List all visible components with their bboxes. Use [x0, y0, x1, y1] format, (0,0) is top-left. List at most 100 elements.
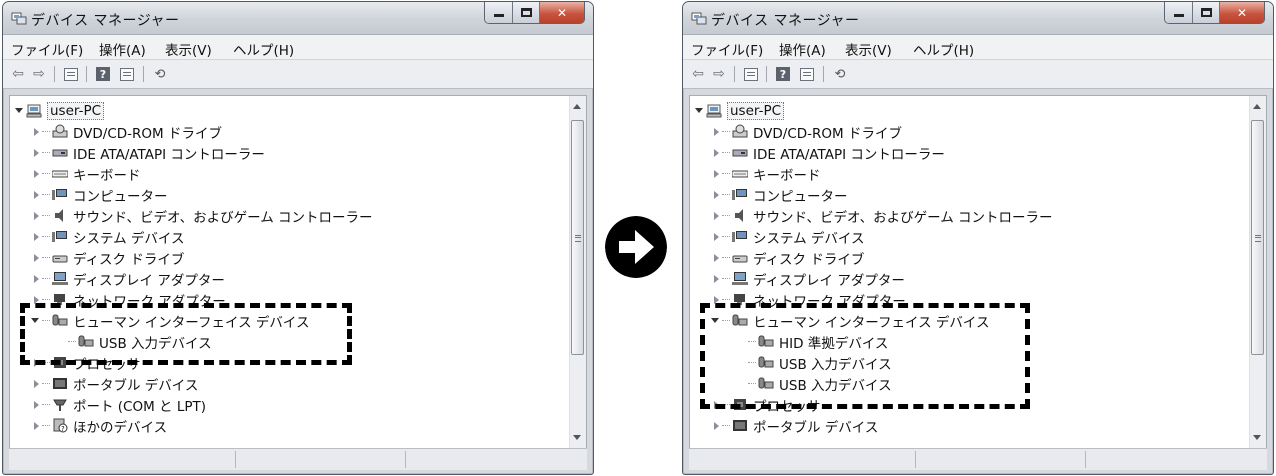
ide-controller-icon: [732, 149, 748, 157]
tree-item-label: コンピューター: [73, 188, 168, 205]
scroll-thumb[interactable]: [571, 120, 584, 355]
tree-item[interactable]: キーボード: [712, 163, 821, 184]
maximize-button[interactable]: [1193, 2, 1220, 23]
back-button[interactable]: ⇦: [688, 65, 708, 83]
properties-button[interactable]: [797, 65, 817, 83]
grip-icon: [575, 234, 581, 242]
expand-icon: [32, 274, 40, 283]
scan-hardware-button[interactable]: ⟲: [830, 65, 850, 83]
tree-item[interactable]: ポータブル デバイス: [32, 373, 198, 394]
disk-drive-icon: [52, 255, 68, 263]
properties-icon: [120, 67, 134, 81]
tree-root[interactable]: user-PC: [695, 100, 785, 121]
expand-icon: [32, 211, 40, 220]
back-button[interactable]: ⇦: [8, 65, 28, 83]
menu-help[interactable]: ヘルプ(H): [913, 39, 974, 59]
root-label: user-PC: [727, 101, 785, 120]
menu-action[interactable]: 操作(A): [99, 39, 146, 59]
tree-item[interactable]: コンピューター: [32, 184, 168, 205]
minimize-button[interactable]: [485, 2, 513, 23]
help-button[interactable]: ?: [773, 65, 793, 83]
toolbar-separator: [86, 66, 87, 82]
tree-item[interactable]: DVD/CD-ROM ドライブ: [712, 121, 902, 142]
tree-item[interactable]: キーボード: [32, 163, 141, 184]
svg-text:?: ?: [61, 425, 65, 433]
scroll-up-icon[interactable]: [573, 104, 581, 109]
help-button[interactable]: ?: [93, 65, 113, 83]
tree-item[interactable]: ? ほかのデバイス: [32, 415, 167, 436]
computer-icon: [732, 189, 747, 200]
menu-view[interactable]: 表示(V): [845, 39, 892, 59]
highlight-box: [700, 303, 1030, 409]
tree-item[interactable]: IDE ATA/ATAPI コントローラー: [712, 142, 945, 163]
tree-item[interactable]: ディスプレイ アダプター: [712, 268, 905, 289]
caption-buttons: ✕: [1164, 2, 1265, 24]
forward-button[interactable]: ⇨: [709, 65, 729, 83]
tree-item-label: ポート (COM と LPT): [73, 398, 207, 415]
tree-item-label: ディスプレイ アダプター: [753, 272, 905, 289]
tree-item[interactable]: システム デバイス: [32, 226, 184, 247]
tree-item[interactable]: システム デバイス: [712, 226, 864, 247]
tree-item[interactable]: ディスク ドライブ: [712, 247, 864, 268]
title-bar: デバイス マネージャー ✕: [3, 2, 593, 35]
status-pane: [9, 451, 236, 468]
window-title: デバイス マネージャー: [711, 13, 860, 29]
tree-item[interactable]: サウンド、ビデオ、およびゲーム コントローラー: [32, 205, 373, 226]
tree-item-label: IDE ATA/ATAPI コントローラー: [753, 146, 945, 163]
right-arrow-circle-icon: [605, 216, 667, 278]
scroll-up-icon[interactable]: [1253, 104, 1261, 109]
menu-bar: ファイル(F) 操作(A) 表示(V) ヘルプ(H): [683, 35, 1273, 60]
speaker-icon: [55, 209, 63, 222]
scan-hardware-icon: ⟲: [834, 66, 846, 82]
unknown-device-icon: ?: [53, 418, 68, 433]
scroll-thumb[interactable]: [1251, 120, 1264, 355]
expand-icon: [712, 274, 720, 283]
scroll-down-icon[interactable]: [1253, 435, 1261, 440]
show-hide-tree-button[interactable]: [741, 65, 761, 83]
tree-item[interactable]: ディスク ドライブ: [32, 247, 184, 268]
tree-item[interactable]: コンピューター: [712, 184, 848, 205]
expand-icon: [32, 400, 40, 409]
close-button[interactable]: ✕: [540, 2, 584, 23]
menu-action[interactable]: 操作(A): [779, 39, 826, 59]
menu-view[interactable]: 表示(V): [165, 39, 212, 59]
expand-icon: [712, 190, 720, 199]
computer-icon: [52, 189, 67, 200]
window-title: デバイス マネージャー: [31, 13, 180, 29]
status-bar: [9, 448, 587, 470]
vertical-scrollbar[interactable]: [1249, 96, 1266, 448]
expand-icon: [32, 127, 40, 136]
tree-root[interactable]: user-PC: [15, 100, 105, 121]
system-device-icon: [52, 231, 67, 242]
tree-item[interactable]: ポータブル デバイス: [712, 415, 878, 436]
tree-item-label: キーボード: [73, 167, 141, 184]
tree-item[interactable]: ディスプレイ アダプター: [32, 268, 225, 289]
vertical-scrollbar[interactable]: [569, 96, 586, 448]
expand-icon: [712, 211, 720, 220]
show-hide-tree-button[interactable]: [61, 65, 81, 83]
menu-file[interactable]: ファイル(F): [691, 39, 763, 59]
help-icon: ?: [96, 67, 110, 81]
tree-item[interactable]: DVD/CD-ROM ドライブ: [32, 121, 222, 142]
expand-icon: [32, 190, 40, 199]
close-button[interactable]: ✕: [1220, 2, 1264, 23]
tree-item[interactable]: IDE ATA/ATAPI コントローラー: [32, 142, 265, 163]
menu-file[interactable]: ファイル(F): [11, 39, 83, 59]
scroll-down-icon[interactable]: [573, 435, 581, 440]
minimize-button[interactable]: [1165, 2, 1193, 23]
expand-icon: [32, 169, 40, 178]
tree-item[interactable]: サウンド、ビデオ、およびゲーム コントローラー: [712, 205, 1053, 226]
maximize-button[interactable]: [513, 2, 540, 23]
menu-help[interactable]: ヘルプ(H): [233, 39, 294, 59]
scan-hardware-button[interactable]: ⟲: [150, 65, 170, 83]
tree-item-label: ポータブル デバイス: [73, 377, 199, 394]
tree-item-label: コンピューター: [753, 188, 848, 205]
close-icon: ✕: [1236, 5, 1248, 20]
dvd-drive-icon: [732, 124, 748, 138]
disk-drive-icon: [732, 255, 748, 263]
properties-button[interactable]: [117, 65, 137, 83]
device-manager-icon: [691, 12, 707, 25]
toolbar: ⇦ ⇨ ? ⟲: [3, 60, 593, 89]
tree-item[interactable]: ポート (COM と LPT): [32, 394, 206, 415]
forward-button[interactable]: ⇨: [29, 65, 49, 83]
